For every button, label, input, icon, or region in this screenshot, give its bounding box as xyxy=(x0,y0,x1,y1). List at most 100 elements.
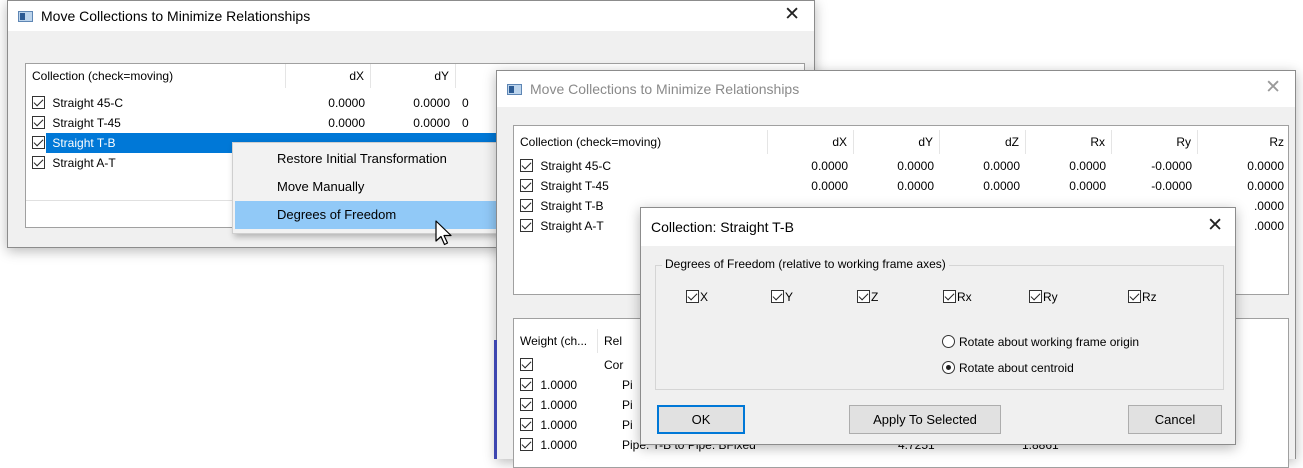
dz-value: 0.0000 xyxy=(983,159,1020,173)
checkbox-z-label: Z xyxy=(871,290,879,304)
background-app-strip xyxy=(494,340,497,459)
dy-value: 0.0000 xyxy=(897,159,934,173)
dz-value-clipped: 0 xyxy=(462,116,469,130)
collection-row[interactable]: Straight T-45 0.0000 0.0000 0.0000 0.000… xyxy=(514,176,1288,196)
moving-checkbox[interactable] xyxy=(32,136,45,150)
weight-checkbox[interactable] xyxy=(520,358,533,372)
relationship-name: Cor xyxy=(604,358,624,372)
checkbox-y[interactable]: Y xyxy=(771,290,793,304)
menu-item-restore-initial-transformation[interactable]: Restore Initial Transformation xyxy=(235,145,501,173)
dx-value: 0.0000 xyxy=(328,96,365,110)
ok-button[interactable]: OK xyxy=(657,405,745,434)
checkbox-ry-box[interactable] xyxy=(1029,290,1042,304)
dz-value: 0.0000 xyxy=(983,179,1020,193)
close-icon[interactable]: ✕ xyxy=(1265,78,1281,98)
column-header-ry[interactable]: Ry xyxy=(1112,130,1198,154)
radio-rotate-about-working-frame-origin[interactable]: Rotate about working frame origin xyxy=(942,335,1139,349)
relationship-name: Pi xyxy=(622,418,633,432)
apply-to-selected-button[interactable]: Apply To Selected xyxy=(849,405,1001,434)
collection-name: Straight T-B xyxy=(52,136,116,150)
checkbox-y-label: Y xyxy=(785,290,794,304)
rx-value: 0.0000 xyxy=(1069,179,1106,193)
moving-checkbox[interactable] xyxy=(32,156,45,170)
collection-name: Straight 45-C xyxy=(52,96,124,110)
checkbox-rx-box[interactable] xyxy=(943,290,956,304)
moving-checkbox[interactable] xyxy=(32,96,45,110)
context-menu: Restore Initial Transformation Move Manu… xyxy=(232,142,504,234)
back-dialog-title: Move Collections to Minimize Relationshi… xyxy=(41,8,311,24)
dy-value: 0.0000 xyxy=(413,96,450,110)
relationship-name: Pi xyxy=(622,398,633,412)
collection-row[interactable]: Straight 45-C 0.0000 0.0000 0.0000 0.000… xyxy=(514,156,1288,176)
rz-value: 0.0000 xyxy=(1247,179,1284,193)
cancel-button[interactable]: Cancel xyxy=(1128,405,1222,434)
degrees-of-freedom-group: Degrees of Freedom (relative to working … xyxy=(655,257,1224,390)
dof-dialog-title: Collection: Straight T-B xyxy=(651,219,794,235)
column-header-dx[interactable]: dX xyxy=(768,130,854,154)
close-icon[interactable]: ✕ xyxy=(1207,216,1223,236)
radio-origin-label: Rotate about working frame origin xyxy=(959,335,1140,349)
menu-item-move-manually[interactable]: Move Manually xyxy=(235,173,501,201)
weight-checkbox[interactable] xyxy=(520,378,533,392)
dz-value-clipped: 0 xyxy=(462,96,469,110)
radio-rotate-about-centroid[interactable]: Rotate about centroid xyxy=(942,361,1074,375)
degrees-of-freedom-dialog: Collection: Straight T-B ✕ Degrees of Fr… xyxy=(640,207,1236,445)
back-dialog-titlebar[interactable]: Move Collections to Minimize Relationshi… xyxy=(8,1,814,31)
weight-checkbox[interactable] xyxy=(520,398,533,412)
collection-name: Straight 45-C xyxy=(540,159,612,173)
mouse-pointer-icon xyxy=(435,220,452,246)
ry-value: -0.0000 xyxy=(1151,179,1192,193)
moving-checkbox[interactable] xyxy=(32,116,45,130)
checkbox-ry[interactable]: Ry xyxy=(1029,290,1058,304)
weight-checkbox[interactable] xyxy=(520,418,533,432)
checkbox-y-box[interactable] xyxy=(771,290,784,304)
column-header-dy[interactable]: dY xyxy=(854,130,940,154)
column-header-collection[interactable]: Collection (check=moving) xyxy=(514,130,768,154)
column-header-rz[interactable]: Rz xyxy=(1198,130,1290,154)
app-icon xyxy=(18,10,33,22)
radio-centroid-label: Rotate about centroid xyxy=(959,361,1074,375)
rz-value: 0.0000 xyxy=(1247,159,1284,173)
column-header-weight[interactable]: Weight (ch... xyxy=(514,329,598,353)
checkbox-x-box[interactable] xyxy=(686,290,699,304)
checkbox-rx-label: Rx xyxy=(957,290,972,304)
close-icon[interactable]: ✕ xyxy=(784,5,800,25)
front-dialog-titlebar[interactable]: Move Collections to Minimize Relationshi… xyxy=(497,71,1295,107)
moving-checkbox[interactable] xyxy=(520,199,533,213)
column-header-dz[interactable]: dZ xyxy=(940,130,1026,154)
column-header-collection[interactable]: Collection (check=moving) xyxy=(26,64,286,88)
column-header-rx[interactable]: Rx xyxy=(1026,130,1112,154)
checkbox-rz-label: Rz xyxy=(1142,290,1157,304)
dof-dialog-titlebar[interactable]: Collection: Straight T-B ✕ xyxy=(641,208,1235,246)
weight-checkbox[interactable] xyxy=(520,438,533,452)
collection-name: Straight T-45 xyxy=(52,116,121,130)
checkbox-rx[interactable]: Rx xyxy=(943,290,972,304)
collection-name: Straight A-T xyxy=(540,219,604,233)
moving-checkbox[interactable] xyxy=(520,179,533,193)
weight-value: 1.0000 xyxy=(540,398,578,412)
checkbox-z-box[interactable] xyxy=(857,290,870,304)
column-header-dy[interactable]: dY xyxy=(371,64,456,88)
menu-item-degrees-of-freedom[interactable]: Degrees of Freedom xyxy=(235,201,501,229)
collection-name: Straight T-45 xyxy=(540,179,609,193)
dy-value: 0.0000 xyxy=(413,116,450,130)
relationship-name: Pi xyxy=(622,378,633,392)
checkbox-rz-box[interactable] xyxy=(1128,290,1141,304)
radio-centroid-button[interactable] xyxy=(942,361,955,375)
front-dialog-title: Move Collections to Minimize Relationshi… xyxy=(530,81,800,97)
dx-value: 0.0000 xyxy=(811,159,848,173)
weight-value: 1.0000 xyxy=(540,378,578,392)
app-icon xyxy=(507,83,522,95)
collection-name: Straight A-T xyxy=(52,156,116,170)
radio-origin-button[interactable] xyxy=(942,335,955,349)
moving-checkbox[interactable] xyxy=(520,219,533,233)
checkbox-z[interactable]: Z xyxy=(857,290,878,304)
checkbox-x[interactable]: X xyxy=(686,290,708,304)
moving-checkbox[interactable] xyxy=(520,159,533,173)
checkbox-rz[interactable]: Rz xyxy=(1128,290,1157,304)
column-header-dx[interactable]: dX xyxy=(286,64,371,88)
ry-value: -0.0000 xyxy=(1151,159,1192,173)
dy-value: 0.0000 xyxy=(897,179,934,193)
collection-name: Straight T-B xyxy=(540,199,604,213)
dx-value: 0.0000 xyxy=(811,179,848,193)
